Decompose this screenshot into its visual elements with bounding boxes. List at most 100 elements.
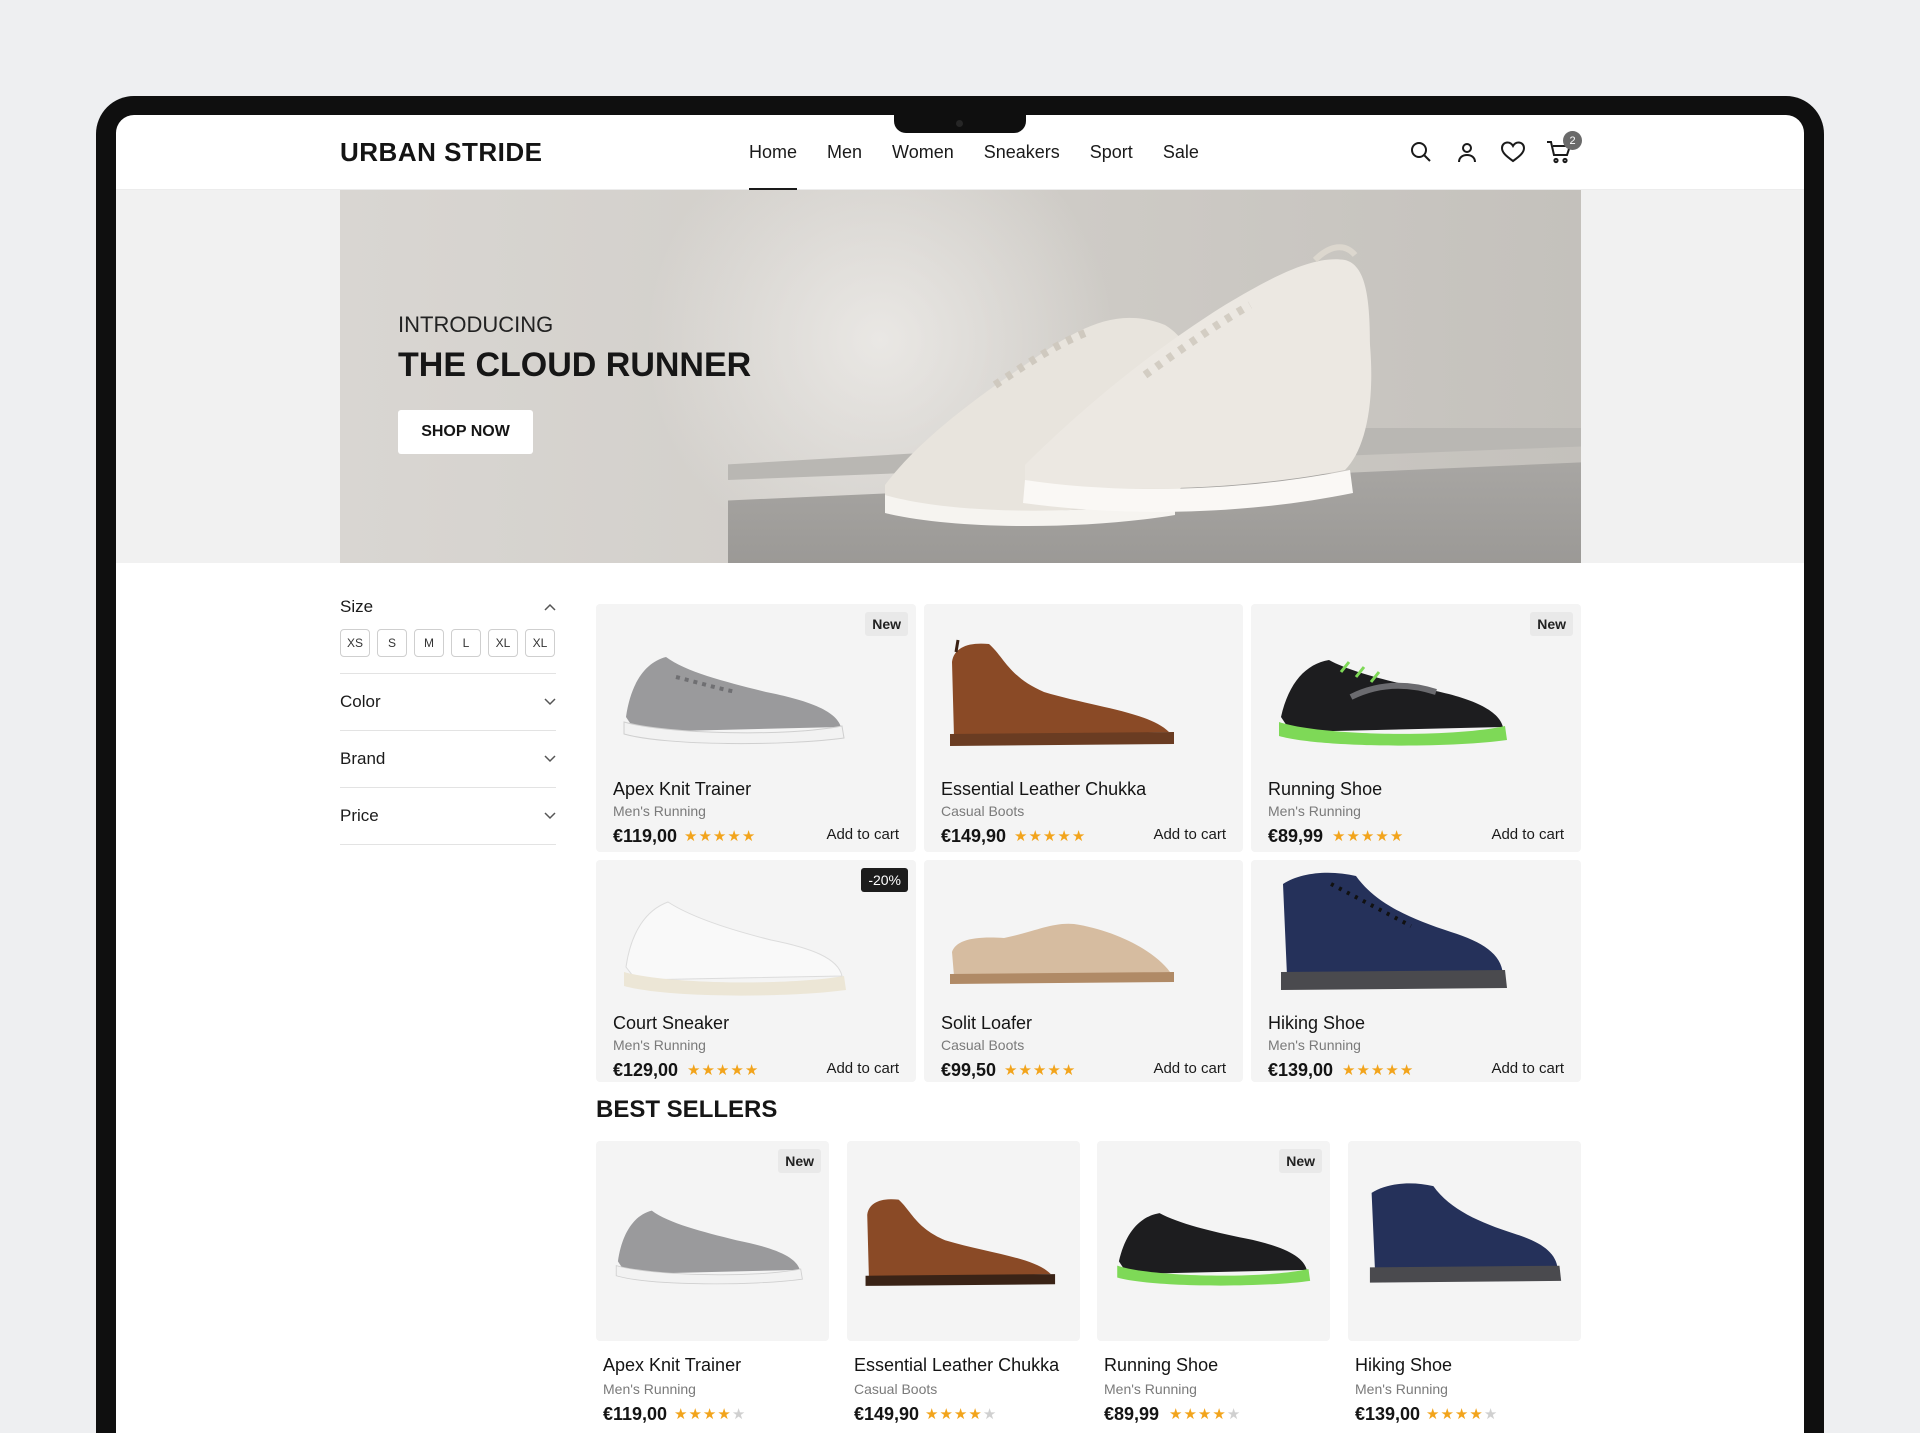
star-icon: ★ <box>727 828 741 845</box>
filter-sidebar: Size XS S M L XL XL Color Brand Price <box>340 597 556 845</box>
nav-sale[interactable]: Sale <box>1148 115 1214 190</box>
product-name[interactable]: Apex Knit Trainer <box>613 779 751 800</box>
product-name[interactable]: Hiking Shoe <box>1268 1013 1365 1034</box>
product-price: €149,90 <box>854 1404 920 1424</box>
black-green-running-shoe-image <box>1279 660 1507 746</box>
product-price: €89,99 <box>1268 826 1324 846</box>
header-actions: 2 <box>1408 131 1582 165</box>
star-icon: ★ <box>1004 1062 1018 1079</box>
product-name[interactable]: Essential Leather Chukka <box>941 779 1146 800</box>
wishlist-heart-icon[interactable] <box>1500 139 1526 165</box>
product-price: €89,99 <box>1104 1404 1160 1424</box>
product-card[interactable]: -20% Court Sneaker Men's Running €129,00… <box>596 860 916 1082</box>
star-icon: ★ <box>702 1406 717 1423</box>
star-icon: ★ <box>1454 1406 1469 1423</box>
search-icon[interactable] <box>1408 139 1434 165</box>
account-icon[interactable] <box>1454 139 1480 165</box>
filter-size-label: Size <box>340 597 374 616</box>
star-icon: ★ <box>939 1406 953 1423</box>
device-notch <box>894 115 1026 133</box>
add-to-cart-button[interactable]: Add to cart <box>1153 1060 1226 1077</box>
product-price: €99,50 <box>941 1060 997 1080</box>
size-chip-xl-2[interactable]: XL <box>525 629 555 657</box>
add-to-cart-button[interactable]: Add to cart <box>1153 826 1226 843</box>
product-badge: New <box>1530 612 1573 636</box>
add-to-cart-button[interactable]: Add to cart <box>826 1060 899 1077</box>
product-name[interactable]: Hiking Shoe <box>1355 1355 1452 1376</box>
product-name[interactable]: Court Sneaker <box>613 1013 729 1034</box>
size-options: XS S M L XL XL <box>340 629 556 657</box>
filter-color-label: Color <box>340 692 381 711</box>
best-seller-card[interactable]: New <box>596 1141 829 1341</box>
product-category: Men's Running <box>1268 803 1361 819</box>
star-icon: ★ <box>1360 828 1375 845</box>
star-icon: ★ <box>1440 1406 1454 1423</box>
product-name[interactable]: Solit Loafer <box>941 1013 1032 1034</box>
product-category: Men's Running <box>603 1381 696 1397</box>
best-seller-card[interactable]: New <box>1097 1141 1330 1341</box>
hero-sneakers-image <box>885 244 1372 527</box>
product-badge: New <box>865 612 908 636</box>
best-seller-card[interactable] <box>1348 1141 1581 1341</box>
nav-sport[interactable]: Sport <box>1075 115 1148 190</box>
size-chip-xl[interactable]: XL <box>488 629 518 657</box>
product-category: Men's Running <box>613 1037 706 1053</box>
star-icon: ★ <box>698 828 712 845</box>
product-category: Casual Boots <box>854 1381 938 1397</box>
add-to-cart-button[interactable]: Add to cart <box>826 826 899 843</box>
cart-count-badge: 2 <box>1563 131 1582 150</box>
product-name[interactable]: Apex Knit Trainer <box>603 1355 741 1376</box>
product-badge: New <box>778 1149 821 1173</box>
filter-brand[interactable]: Brand <box>340 731 556 788</box>
star-icon: ★ <box>1356 1062 1370 1079</box>
star-icon: ★ <box>1197 1406 1212 1423</box>
product-name[interactable]: Essential Leather Chukka <box>854 1355 1059 1376</box>
rating-stars: ★ ★ ★ ★ ★ <box>1169 1407 1240 1422</box>
star-icon: ★ <box>1375 828 1389 845</box>
size-chip-s[interactable]: S <box>377 629 407 657</box>
size-chip-m[interactable]: M <box>414 629 444 657</box>
star-icon: ★ <box>1389 828 1404 845</box>
nav-men[interactable]: Men <box>812 115 877 190</box>
star-icon: ★ <box>968 1406 982 1423</box>
product-name[interactable]: Running Shoe <box>1104 1355 1218 1376</box>
size-chip-xs[interactable]: XS <box>340 629 370 657</box>
star-icon: ★ <box>1483 1406 1498 1423</box>
add-to-cart-button[interactable]: Add to cart <box>1491 1060 1564 1077</box>
product-name[interactable]: Running Shoe <box>1268 779 1382 800</box>
hero-eyebrow: INTRODUCING <box>398 312 554 337</box>
star-icon: ★ <box>687 1062 701 1079</box>
rating-stars: ★ ★ ★ ★ ★ <box>1332 829 1403 844</box>
filter-size-header[interactable]: Size <box>340 597 556 617</box>
product-category: Men's Running <box>1104 1381 1197 1397</box>
size-chip-l[interactable]: L <box>451 629 481 657</box>
product-card[interactable]: Solit Loafer Casual Boots €99,50 ★ ★ ★ ★ ★ A… <box>924 860 1243 1082</box>
rating-stars: ★ ★ ★ ★ ★ <box>1014 829 1085 844</box>
brown-chukka-boot-image <box>865 1199 1056 1286</box>
product-card[interactable]: Hiking Shoe Men's Running €139,00 ★ ★ ★ ★ ★ … <box>1251 860 1581 1082</box>
filter-color[interactable]: Color <box>340 674 556 731</box>
shop-now-button[interactable]: SHOP NOW <box>398 410 533 454</box>
product-card[interactable]: New Apex Knit Trainer Men's Running €119… <box>596 604 916 852</box>
star-icon: ★ <box>1226 1406 1241 1423</box>
filter-price[interactable]: Price <box>340 788 556 845</box>
cart-icon[interactable]: 2 <box>1546 131 1582 165</box>
star-icon: ★ <box>1426 1406 1440 1423</box>
brand-logo[interactable]: URBAN STRIDE <box>340 137 542 168</box>
product-card[interactable]: Essential Leather Chukka Casual Boots €1… <box>924 604 1243 852</box>
chevron-down-icon <box>544 755 556 763</box>
best-seller-card[interactable] <box>847 1141 1080 1341</box>
gray-knit-trainer-image <box>615 1210 803 1285</box>
product-card[interactable]: New Running Shoe Men's Running €89,99 ★ ★… <box>1251 604 1581 852</box>
rating-stars: ★ ★ ★ ★ ★ <box>1004 1063 1075 1078</box>
star-icon: ★ <box>1346 828 1360 845</box>
tan-loafer-image <box>950 923 1174 984</box>
product-price: €119,00 <box>603 1404 668 1424</box>
star-icon: ★ <box>712 828 727 845</box>
add-to-cart-button[interactable]: Add to cart <box>1491 826 1564 843</box>
star-icon: ★ <box>730 1062 744 1079</box>
star-icon: ★ <box>953 1406 968 1423</box>
product-category: Casual Boots <box>941 1037 1025 1053</box>
discount-badge: -20% <box>861 868 908 892</box>
nav-home[interactable]: Home <box>734 115 812 190</box>
